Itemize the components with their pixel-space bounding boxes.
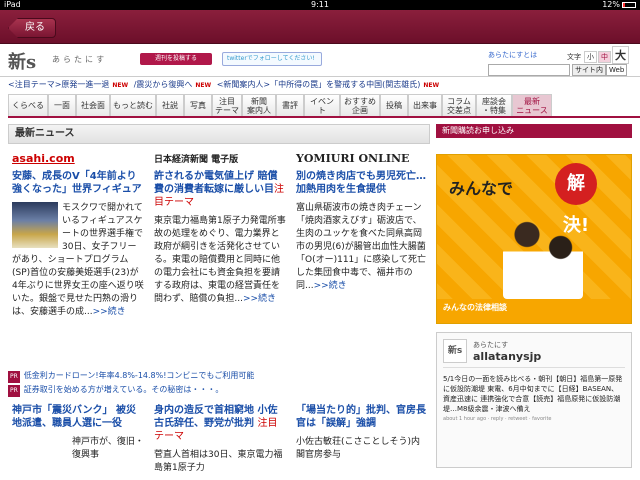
lower-article: 「場当たり的」批判、官房長官は「誤解」強調 小佐古敏荘(こさことしそう)内閣官房… (296, 402, 428, 462)
pr-link[interactable]: PR 証券取引を始める方が増えている。その秘密は・・・。 (8, 384, 430, 397)
search-input[interactable] (488, 64, 570, 76)
clock: 9:11 (311, 0, 329, 9)
tab-item[interactable]: コラム 交差点 (442, 94, 476, 116)
pr-link[interactable]: PR 低金利カードローン!年率4.8%-14.8%!コンビニでもご利用可能 (8, 370, 430, 383)
ticker-item[interactable]: /震災から復興へ (134, 80, 193, 89)
twitter-widget: 新s あらたにす allatanysjp 5/1今日の一面を読み比べる・朝刊【朝日】… (436, 332, 632, 468)
site-logo-text: あらたにす (52, 55, 108, 64)
news-column-asahi: asahi.com 安藤、成長のV「4年前より強くなった」世界フィギュア モスク… (12, 152, 144, 319)
source-logo[interactable]: asahi.com (12, 152, 144, 168)
nav-bar: 戻る (0, 10, 640, 44)
sidebar: 新聞購読お申し込み みんなで 解決! みんなの法律相談 新s あらたにすallat… (436, 124, 632, 468)
tab-item[interactable]: 出来事 (408, 94, 442, 116)
article-body: 小佐古敏荘(こさことしそう)内閣官房参与 (296, 437, 421, 460)
article-body: 東京電力福島第1原子力発電所事故の処理をめぐり、電力業界と政府が綱引きを活発化さ… (154, 216, 286, 304)
tab-item[interactable]: 新聞 案内人 (242, 94, 276, 116)
font-size-medium[interactable]: 中 (598, 51, 611, 63)
ad-banner[interactable]: みんなで 解決! みんなの法律相談 (436, 154, 632, 324)
twitter-follow-button[interactable]: twitterでフォローしてください! (222, 52, 322, 66)
twitter-handle[interactable]: allatanysjp (473, 350, 541, 363)
twitter-avatar[interactable]: 新s (443, 339, 467, 363)
article-headline[interactable]: 別の焼き肉店でも男児死亡…加熱用肉を生食提供 (296, 170, 428, 196)
battery-icon (622, 1, 636, 8)
back-button[interactable]: 戻る (8, 18, 56, 38)
tab-item[interactable]: 写真 (184, 94, 212, 116)
article-headline[interactable]: 身内の造反で首相窮地 小佐古氏辞任、野党が批判 注目テーマ (154, 404, 286, 443)
tab-item[interactable]: くらべる (8, 94, 48, 116)
read-more-link[interactable]: >>続き (314, 281, 347, 291)
source-logo[interactable]: 日本経済新聞 電子版 (154, 152, 286, 168)
ad-headline: みんなで (449, 179, 514, 198)
status-bar: iPad 9:11 12% (0, 0, 640, 10)
ticker-item[interactable]: <新聞案内人>「中所得の罠」を警戒する中国(関志雄氏) (217, 80, 421, 89)
battery-indicator: 12% (602, 0, 636, 10)
tweet-meta[interactable]: about 1 hour ago · reply · retweet · fav… (443, 416, 625, 422)
article-body: モスクワで開かれているフィギュアスケートの世界選手権で30日、女子フリーがあり、… (12, 202, 144, 317)
font-size-large[interactable]: 大 (612, 46, 629, 64)
tab-item[interactable]: おすすめ 企画 (340, 94, 380, 116)
submit-button[interactable]: 週刊を投稿する (140, 53, 212, 65)
font-size-small[interactable]: 小 (584, 51, 597, 63)
web-search-button[interactable]: Web (606, 64, 628, 76)
source-logo[interactable]: YOMIURI ONLINE (296, 152, 428, 168)
site-search-button[interactable]: サイト内 (572, 64, 606, 76)
tab-item[interactable]: 社会面 (76, 94, 110, 116)
section-title: 最新ニュース (8, 124, 430, 144)
tab-item[interactable]: 座談会 ・特集 (476, 94, 512, 116)
ad-photo (503, 213, 583, 299)
tab-item[interactable]: 注目 テーマ (212, 94, 242, 116)
tab-item[interactable]: 投稿 (380, 94, 408, 116)
tweet-text: 5/1今日の一面を読み比べる・朝刊【朝日】福島第一原発に仮設防潮堤 東電、6月中… (443, 375, 623, 413)
lower-article: 神戸市「震災バンク」 被災地派遣、職員人選に一役 神戸市が、復旧・復興事 (12, 402, 144, 462)
news-ticker: <注目テーマ>原発一進一退 NEW /震災から復興へ NEW <新聞案内人>「中所得… (0, 76, 640, 92)
news-column-yomiuri: YOMIURI ONLINE 別の焼き肉店でも男児死亡…加熱用肉を生食提供 富山… (296, 152, 428, 293)
article-headline[interactable]: 神戸市「震災バンク」 被災地派遣、職員人選に一役 (12, 404, 144, 430)
tab-item[interactable]: 最新 ニュース (512, 94, 552, 116)
ad-caption: みんなの法律相談 (437, 299, 631, 323)
read-more-link[interactable]: >>続き (93, 307, 126, 317)
news-column-nikkei: 日本経済新聞 電子版 許されるか電気値上げ 賠償費の消費者転嫁に厳しい目注目テー… (154, 152, 286, 306)
read-more-link[interactable]: >>続き (243, 294, 276, 304)
tab-item[interactable]: もっと読む (110, 94, 156, 116)
about-link[interactable]: あらたにすとは (488, 50, 537, 60)
article-headline[interactable]: 安藤、成長のV「4年前より強くなった」世界フィギュア (12, 170, 144, 196)
article-body: 富山県砺波市の焼き肉チェーン「焼肉酒家えびす」砺波店で、生肉のユッケを食べた同県… (296, 203, 427, 291)
lower-article: 身内の造反で首相窮地 小佐古氏辞任、野党が批判 注目テーマ 菅直人首相は30日、… (154, 402, 286, 475)
subscribe-link[interactable]: 新聞購読お申し込み (436, 124, 632, 138)
article-body: 神戸市が、復旧・復興事 (72, 437, 144, 460)
ad-badge: 解決! (555, 163, 597, 236)
tab-item[interactable]: 一面 (48, 94, 76, 116)
site-logo[interactable]: 新s (8, 48, 36, 74)
article-headline[interactable]: 「場当たり的」批判、官房長官は「誤解」強調 (296, 404, 428, 430)
tab-item[interactable]: 書評 (276, 94, 304, 116)
font-size-selector: 文字小中大 (564, 46, 629, 64)
ticker-item[interactable]: <注目テーマ>原発一進一退 (8, 80, 109, 89)
category-tabs: くらべる 一面 社会面 もっと読む 社説 写真 注目 テーマ 新聞 案内人 書評 イベント おすすめ… (8, 94, 640, 118)
twitter-name: あらたにす (473, 340, 509, 349)
site-header: 新s あらたにす 週刊を投稿する twitterでフォローしてください! あらた… (0, 44, 640, 76)
article-photo[interactable] (12, 202, 58, 248)
tab-item[interactable]: 社説 (156, 94, 184, 116)
tab-item[interactable]: イベント (304, 94, 340, 116)
article-headline[interactable]: 許されるか電気値上げ 賠償費の消費者転嫁に厳しい目注目テーマ (154, 170, 286, 209)
article-body: 菅直人首相は30日、東京電力福島第1原子力 (154, 450, 283, 473)
